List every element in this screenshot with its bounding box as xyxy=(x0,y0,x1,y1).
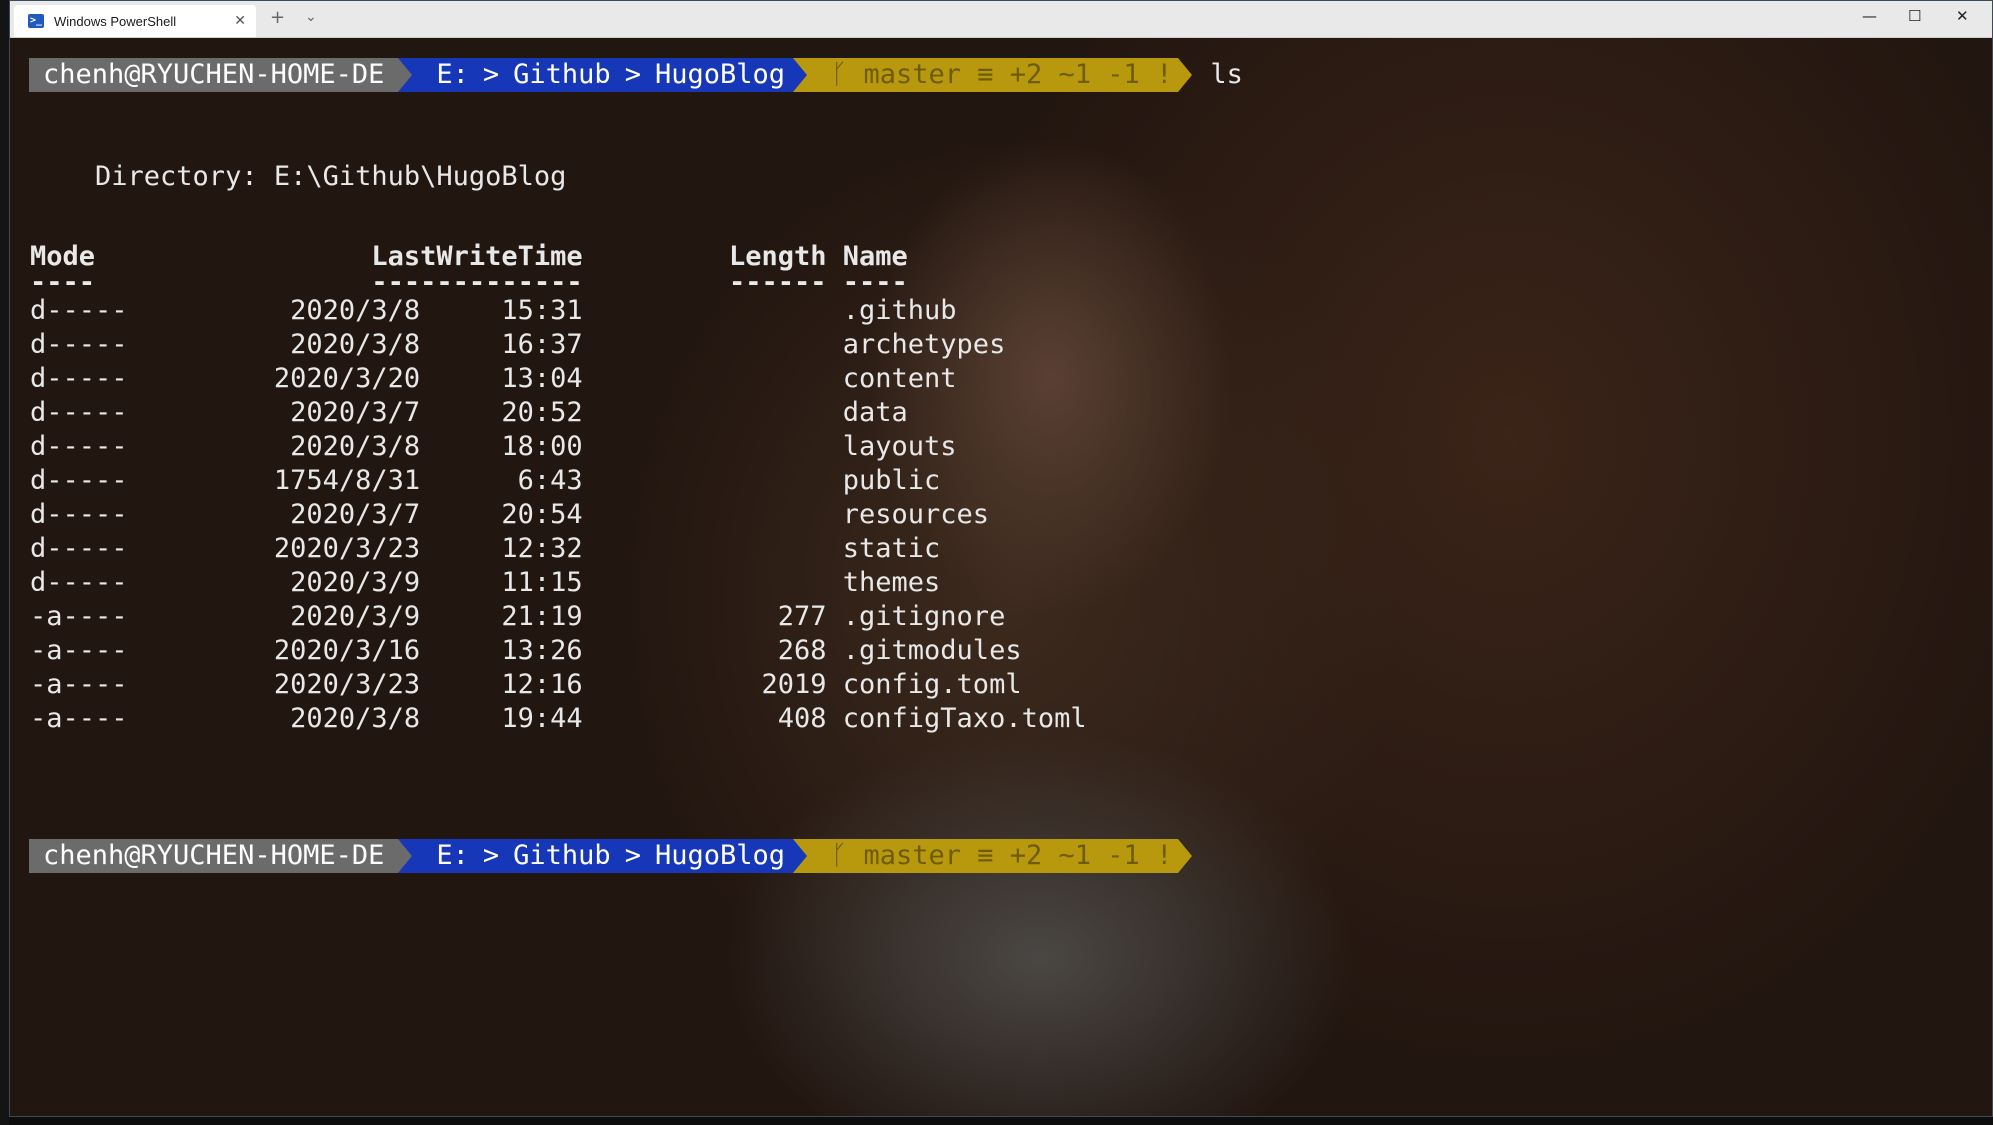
table-row: d----- 2020/3/9 11:15 themes xyxy=(30,567,941,598)
prompt-separator-icon xyxy=(793,58,808,92)
table-row: d----- 2020/3/7 20:54 resources xyxy=(30,499,990,530)
maximize-button[interactable]: ☐ xyxy=(1908,7,1921,25)
tab-bar: >_ Windows PowerShell ✕ + ⌄ — ☐ ✕ xyxy=(10,1,1992,38)
prompt-git-status: ᚴ master ≡ +2 ~1 -1 ! xyxy=(807,839,1179,873)
close-button[interactable]: ✕ xyxy=(1956,7,1969,25)
powershell-icon: >_ xyxy=(28,14,44,28)
prompt-separator-icon xyxy=(398,839,413,873)
table-row: -a---- 2020/3/9 21:19 277 .gitignore xyxy=(30,601,1006,632)
table-row: -a---- 2020/3/23 12:16 2019 config.toml xyxy=(30,669,1022,700)
chevron-right-icon: > xyxy=(482,840,500,871)
typed-command: ls xyxy=(1210,59,1243,90)
table-row: -a---- 2020/3/16 13:26 268 .gitmodules xyxy=(30,635,1022,666)
prompt-separator-icon xyxy=(1178,839,1193,873)
chevron-right-icon: > xyxy=(624,59,641,90)
chevron-right-icon: > xyxy=(482,59,500,90)
chevron-right-icon: > xyxy=(624,840,641,871)
terminal-window: >_ Windows PowerShell ✕ + ⌄ — ☐ ✕ chenh@… xyxy=(9,0,1993,1117)
prompt-path: E: > Github > HugoBlog xyxy=(412,58,794,92)
path-part: HugoBlog xyxy=(654,840,786,871)
path-part: Github xyxy=(513,59,611,90)
tab-title: Windows PowerShell xyxy=(54,14,177,29)
prompt-path: E: > Github > HugoBlog xyxy=(412,839,794,873)
prompt-line: chenh@RYUCHEN-HOME-DE E: > Github > HugoBlog… xyxy=(29,58,1243,92)
table-row: d----- 2020/3/23 12:32 static xyxy=(30,533,941,564)
prompt-separator-icon xyxy=(398,58,413,92)
prompt-git-status: ᚴ master ≡ +2 ~1 -1 ! xyxy=(807,58,1179,92)
path-part: E: xyxy=(436,59,469,90)
minimize-button[interactable]: — xyxy=(1862,7,1877,25)
tab-close-icon[interactable]: ✕ xyxy=(234,12,246,29)
path-part: E: xyxy=(436,840,469,871)
table-row: d----- 2020/3/8 15:31 .github xyxy=(30,295,957,326)
terminal-output[interactable]: chenh@RYUCHEN-HOME-DE E: > Github > HugoBlog… xyxy=(10,38,1992,1116)
prompt-separator-icon xyxy=(1178,58,1193,92)
chevron-down-icon[interactable]: ⌄ xyxy=(305,9,317,25)
tab-powershell[interactable]: >_ Windows PowerShell ✕ xyxy=(14,5,256,37)
prompt-line: chenh@RYUCHEN-HOME-DE E: > Github > HugoBlog… xyxy=(29,839,1193,873)
new-tab-button[interactable]: + xyxy=(270,7,285,28)
table-row: d----- 1754/8/31 6:43 public xyxy=(30,465,941,496)
path-part: HugoBlog xyxy=(654,59,786,90)
path-part: Github xyxy=(513,840,611,871)
table-row: d----- 2020/3/20 13:04 content xyxy=(30,363,957,394)
background-window-strip xyxy=(0,0,9,1125)
table-row: d----- 2020/3/8 16:37 archetypes xyxy=(30,329,1006,360)
prompt-user: chenh@RYUCHEN-HOME-DE xyxy=(29,58,399,92)
table-row: d----- 2020/3/8 18:00 layouts xyxy=(30,431,957,462)
prompt-separator-icon xyxy=(793,839,808,873)
prompt-user: chenh@RYUCHEN-HOME-DE xyxy=(29,839,399,873)
directory-line: Directory: E:\Github\HugoBlog xyxy=(30,161,567,192)
table-row: d----- 2020/3/7 20:52 data xyxy=(30,397,908,428)
table-row: -a---- 2020/3/8 19:44 408 configTaxo.tom… xyxy=(30,703,1087,734)
